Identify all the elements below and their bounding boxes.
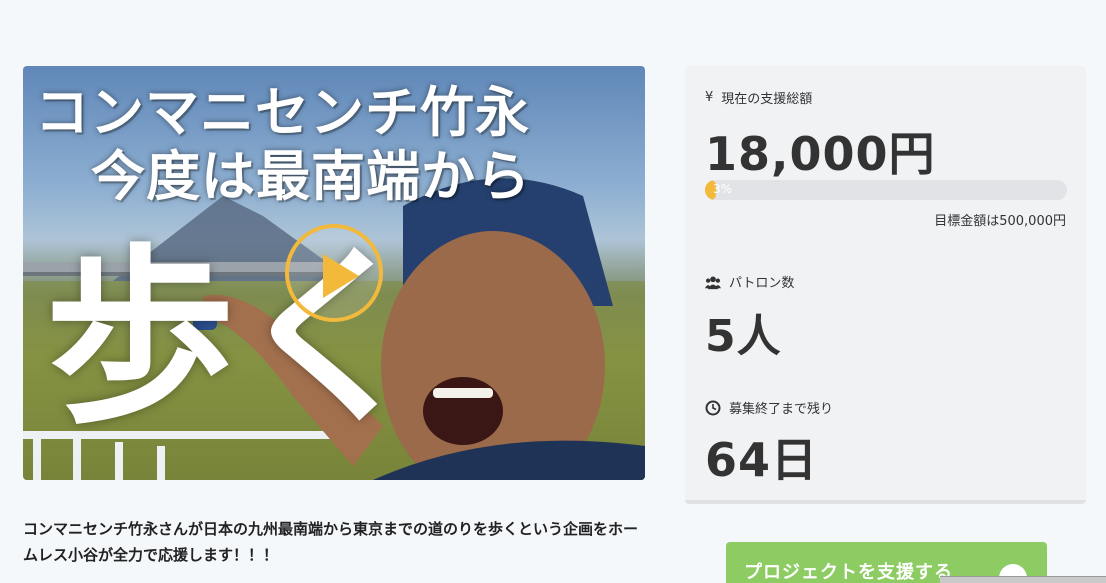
patrons-value: 5人 bbox=[705, 311, 782, 362]
amount-label-row: ¥ 現在の支援総額 bbox=[705, 88, 812, 107]
patrons-label-row: パトロン数 bbox=[705, 272, 794, 291]
amount-value: 18,000円 bbox=[705, 127, 936, 181]
project-stats-panel: ¥ 現在の支援総額 18,000円 3% 目標金額は500,000円 パトロン数… bbox=[685, 66, 1086, 504]
video-title-line1: コンマニセンチ竹永 bbox=[35, 80, 530, 144]
remaining-value: 64日 bbox=[705, 433, 819, 487]
project-video[interactable]: コンマニセンチ竹永 今度は最南端から 歩く bbox=[23, 66, 645, 480]
clock-icon bbox=[705, 400, 721, 415]
yen-icon: ¥ bbox=[705, 90, 714, 105]
support-button-label: プロジェクトを支援する bbox=[744, 562, 953, 583]
video-title-line2: 今度は最南端から bbox=[91, 144, 531, 208]
remaining-label-row: 募集終了まで残り bbox=[705, 398, 833, 417]
taskbar-strip bbox=[940, 576, 1106, 583]
funding-progress-bar: 3% bbox=[705, 180, 1067, 200]
users-icon bbox=[705, 275, 721, 289]
amount-label: 現在の支援総額 bbox=[721, 92, 813, 107]
play-button-icon[interactable] bbox=[285, 224, 383, 322]
remaining-label: 募集終了まで残り bbox=[729, 402, 834, 417]
project-page: コンマニセンチ竹永 今度は最南端から 歩く コンマニセンチ竹永さんが日本の九州最… bbox=[0, 0, 1106, 583]
funding-progress-text: 3% bbox=[713, 182, 733, 196]
video-title-overlay: コンマニセンチ竹永 今度は最南端から bbox=[35, 80, 645, 208]
patrons-label: パトロン数 bbox=[729, 276, 795, 291]
project-description: コンマニセンチ竹永さんが日本の九州最南端から東京までの道のりを歩くという企画をホ… bbox=[23, 520, 639, 564]
goal-amount: 目標金額は500,000円 bbox=[934, 214, 1066, 229]
